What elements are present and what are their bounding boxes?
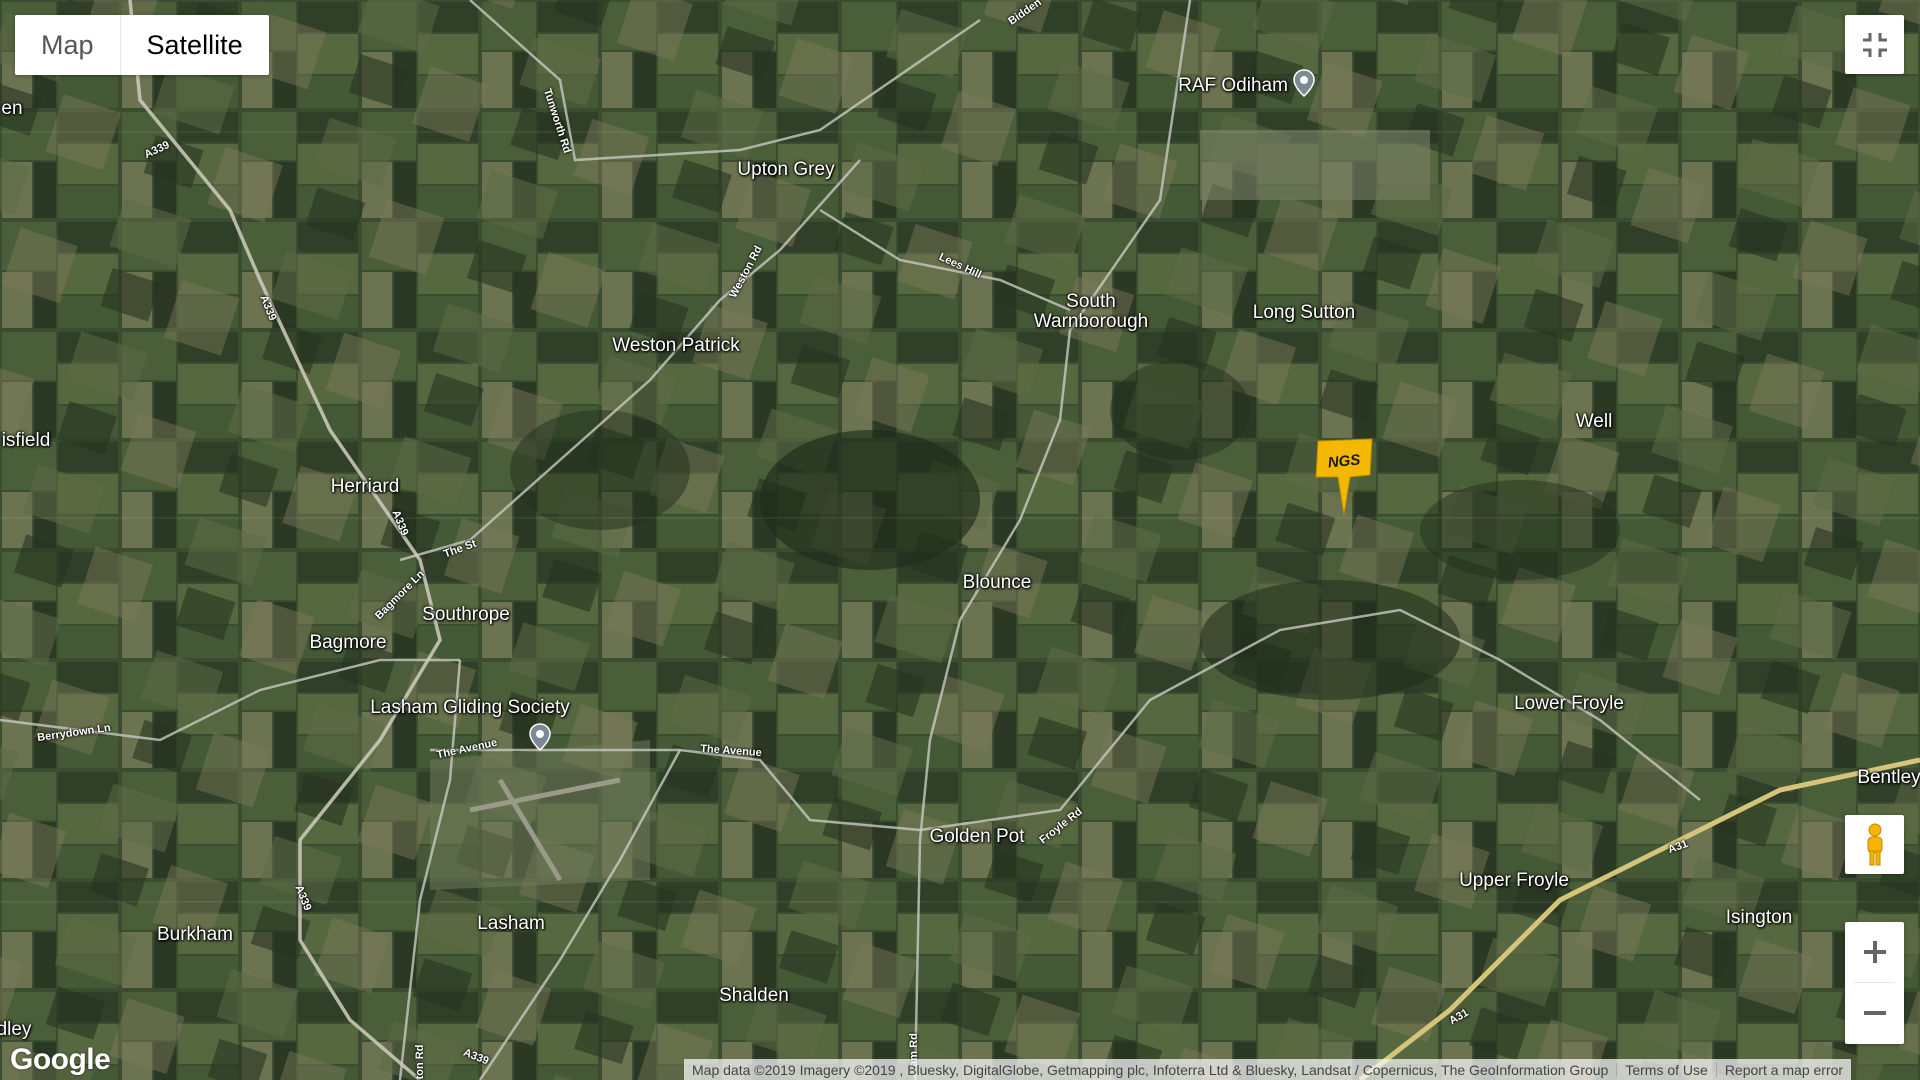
street-view-pegman-button[interactable]: [1845, 815, 1904, 874]
place-label: dley: [0, 1019, 32, 1041]
place-label: South Warnborough: [1033, 291, 1149, 332]
place-label: Herriard: [330, 476, 400, 498]
map-type-control: Map Satellite: [15, 15, 269, 75]
attribution-bar: Map data ©2019 Imagery ©2019 , Bluesky, …: [684, 1059, 1852, 1080]
fullscreen-button[interactable]: [1845, 15, 1904, 74]
place-label: Isington: [1725, 907, 1793, 929]
place-label: Upton Grey: [737, 159, 835, 181]
satellite-imagery: [0, 0, 1920, 1080]
ngs-marker-flag[interactable]: NGS: [1314, 437, 1376, 517]
terms-of-use-link[interactable]: Terms of Use: [1617, 1062, 1715, 1078]
place-label: Blounce: [962, 572, 1032, 594]
place-label: Well: [1575, 411, 1613, 433]
google-logo[interactable]: Google: [10, 1043, 111, 1077]
place-label: Lasham Gliding Society: [370, 697, 570, 719]
minus-icon: [1863, 1011, 1886, 1015]
place-label: Bentley: [1857, 767, 1920, 789]
place-label: Long Sutton: [1252, 302, 1356, 324]
map-pin-icon[interactable]: [529, 723, 551, 751]
place-label: Southrope: [422, 604, 510, 626]
zoom-control: [1845, 922, 1904, 1044]
zoom-out-button[interactable]: [1845, 983, 1904, 1043]
place-label: en: [1, 98, 23, 120]
map-pin-icon[interactable]: [1293, 69, 1315, 97]
place-label: Burkham: [156, 924, 234, 946]
place-label: Weston Patrick: [612, 335, 740, 357]
place-label: Lasham: [477, 913, 545, 935]
road-label: ton Rd: [414, 1044, 426, 1080]
exit-fullscreen-icon: [1862, 32, 1887, 57]
zoom-in-button[interactable]: [1845, 922, 1904, 982]
place-label: Lower Froyle: [1514, 693, 1624, 715]
pegman-icon: [1867, 823, 1882, 865]
plus-icon: [1863, 941, 1886, 963]
ngs-marker-label: NGS: [1327, 451, 1361, 471]
place-label: Golden Pot: [929, 826, 1025, 848]
place-label: isfield: [1, 430, 51, 452]
place-label: Shalden: [719, 985, 789, 1007]
report-map-error-link[interactable]: Report a map error: [1717, 1062, 1851, 1078]
satellite-map[interactable]: RAF Odiham Upton Grey South Warnborough Long…: [0, 0, 1920, 1080]
place-label: RAF Odiham: [1178, 75, 1288, 97]
map-data-attribution: Map data ©2019 Imagery ©2019 , Bluesky, …: [692, 1061, 1609, 1078]
place-label: Bagmore: [309, 632, 387, 654]
place-label: Upper Froyle: [1459, 870, 1569, 892]
map-type-satellite-button[interactable]: Satellite: [121, 15, 269, 75]
map-type-map-button[interactable]: Map: [15, 15, 121, 75]
